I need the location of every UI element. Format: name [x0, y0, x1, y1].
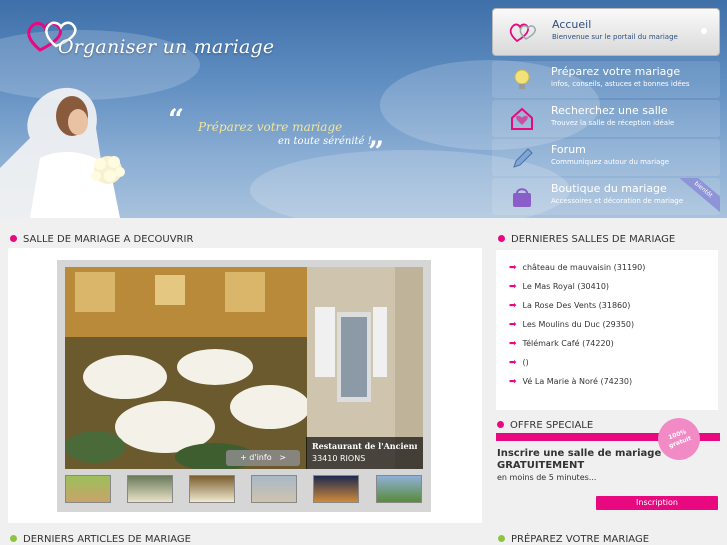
nav-subtitle: infos, conseils, astuces et bonnes idées	[551, 80, 690, 88]
arrow-right-icon: ➡	[509, 282, 517, 292]
inscription-button[interactable]: Inscription	[596, 496, 718, 510]
offer-line3: en moins de 5 minutes...	[497, 473, 597, 482]
more-info-button[interactable]: + d'info >	[226, 450, 300, 466]
bride-image	[0, 87, 125, 218]
list-item[interactable]: ➡ Le Mas Royal (30410)	[509, 281, 645, 300]
arrow-right-icon: ➡	[509, 263, 517, 273]
venue-link[interactable]: Télémark Café (74220)	[523, 339, 614, 348]
nav-item-forum[interactable]: Forum Communiquez autour du mariage	[492, 139, 720, 176]
venue-link[interactable]: Vé La Marie à Noré (74230)	[523, 377, 633, 386]
thumbnail[interactable]	[65, 475, 111, 503]
venue-location: 33410 RIONS	[312, 454, 366, 463]
thumbnail[interactable]	[189, 475, 235, 503]
latest-venues-heading: DERNIERES SALLES DE MARIAGE	[498, 234, 675, 245]
hearts-icon	[509, 23, 537, 43]
offer-line2: GRATUITEMENT	[497, 460, 585, 471]
more-info-label: + d'info	[240, 453, 272, 462]
offer-heading: OFFRE SPECIALE	[497, 420, 593, 431]
arrow-right-icon: ➡	[509, 377, 517, 387]
nav-subtitle: Trouvez la salle de réception idéale	[551, 119, 675, 127]
main-nav: Accueil Bienvenue sur le portail du mari…	[492, 8, 720, 217]
lightbulb-icon	[514, 69, 530, 89]
nav-title: Recherchez une salle	[551, 104, 668, 117]
thumbnail[interactable]	[251, 475, 297, 503]
site-header: Organiser un mariage “ Préparez votre ma…	[0, 0, 727, 218]
arrow-right-icon: ➡	[509, 358, 517, 368]
quote-close: ”	[368, 135, 385, 168]
shopping-bag-icon	[513, 188, 531, 207]
thumbnail[interactable]	[313, 475, 359, 503]
list-item[interactable]: ➡ Vé La Marie à Noré (74230)	[509, 376, 645, 395]
offer-line1: Inscrire une salle de mariage	[497, 448, 662, 459]
chevron-right-icon: >	[279, 453, 286, 462]
nav-item-boutique[interactable]: Boutique du mariage Accessoires et décor…	[492, 178, 720, 215]
venue-name: Restaurant de l'Ancienne I	[312, 441, 417, 451]
nav-item-recherchez[interactable]: Recherchez une salle Trouvez la salle de…	[492, 100, 720, 137]
thumbnail-strip	[65, 475, 423, 503]
slogan-sub: en toute sérénité !	[278, 136, 372, 147]
nav-title: Forum	[551, 143, 586, 156]
nav-subtitle: Communiquez autour du mariage	[551, 158, 670, 166]
thumbnail[interactable]	[376, 475, 422, 503]
list-item[interactable]: ➡ La Rose Des Vents (31860)	[509, 300, 645, 319]
nav-title: Préparez votre mariage	[551, 65, 681, 78]
featured-heading: SALLE DE MARIAGE A DECOUVRIR	[10, 234, 193, 245]
prepare-heading: PRÉPAREZ VOTRE MARIAGE	[498, 534, 649, 545]
arrow-right-icon: ➡	[509, 301, 517, 311]
nav-subtitle: Accessoires et décoration de mariage	[551, 197, 683, 205]
quote-open: “	[168, 103, 185, 136]
venue-link[interactable]: château de mauvaisin (31190)	[523, 263, 646, 272]
active-indicator	[701, 28, 707, 34]
venue-link[interactable]: Les Moulins du Duc (29350)	[523, 320, 635, 329]
slogan-main: Préparez votre mariage	[198, 120, 343, 134]
pencil-icon	[513, 148, 533, 168]
logo-text: Organiser un mariage	[58, 36, 275, 58]
list-item[interactable]: ➡ château de mauvaisin (31190)	[509, 262, 645, 281]
venue-link[interactable]: ()	[523, 358, 529, 367]
venue-caption: Restaurant de l'Ancienne I 33410 RIONS	[306, 437, 423, 469]
arrow-right-icon: ➡	[509, 339, 517, 349]
list-item[interactable]: ➡ ()	[509, 357, 645, 376]
list-item[interactable]: ➡ Les Moulins du Duc (29350)	[509, 319, 645, 338]
house-icon	[511, 107, 533, 130]
list-item[interactable]: ➡ Télémark Café (74220)	[509, 338, 645, 357]
nav-item-preparez[interactable]: Préparez votre mariage infos, conseils, …	[492, 61, 720, 98]
latest-venues-list: ➡ château de mauvaisin (31190) ➡ Le Mas Ro…	[509, 262, 645, 395]
thumbnail[interactable]	[127, 475, 173, 503]
venue-link[interactable]: La Rose Des Vents (31860)	[523, 301, 631, 310]
arrow-right-icon: ➡	[509, 320, 517, 330]
nav-subtitle: Bienvenue sur le portail du mariage	[552, 33, 678, 41]
nav-item-accueil[interactable]: Accueil Bienvenue sur le portail du mari…	[492, 8, 720, 56]
latest-articles-heading: DERNIERS ARTICLES DE MARIAGE	[10, 534, 191, 545]
venue-link[interactable]: Le Mas Royal (30410)	[523, 282, 609, 291]
nav-title: Accueil	[552, 18, 592, 31]
